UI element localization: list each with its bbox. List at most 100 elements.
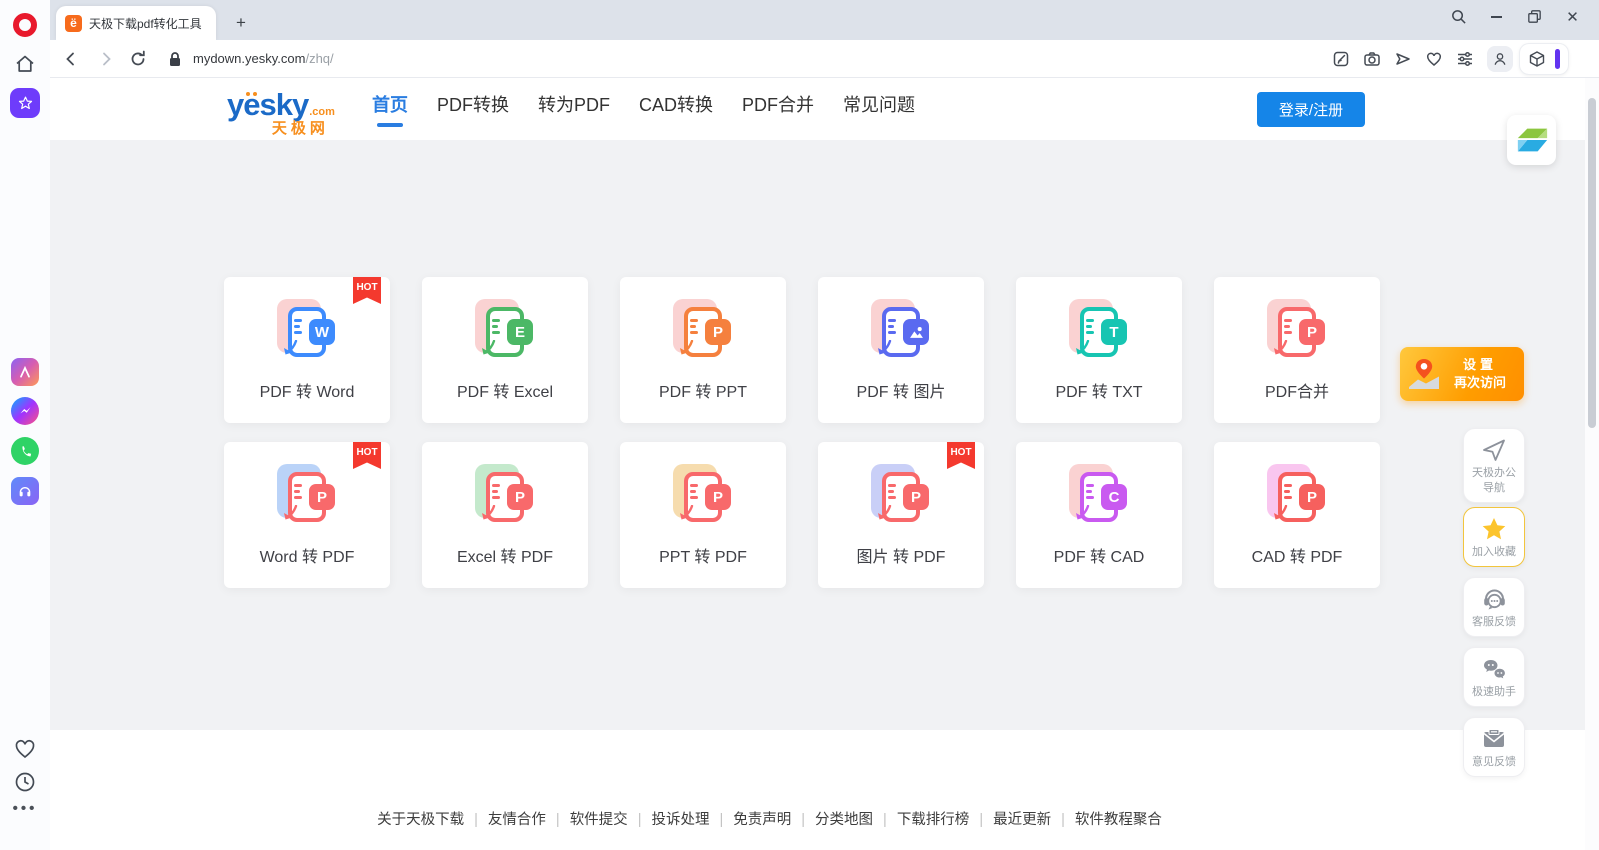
footer-link[interactable]: 分类地图 [815,812,873,828]
minimize-button[interactable] [1488,8,1505,25]
convert-arrow-icon [679,505,695,521]
navigation-icon [1481,437,1507,463]
conversion-card-title: 图片 转 PDF [818,543,984,567]
conversion-card[interactable]: HOT T PDF 转 TXT [1016,277,1182,423]
conversion-icon: W [271,299,343,365]
scrollbar-thumb[interactable] [1588,98,1596,428]
browser-tab[interactable]: ë 天极下载pdf转化工具 [56,6,216,40]
profile-button[interactable] [1487,46,1513,72]
conversion-card[interactable]: HOT P Word 转 PDF [224,442,390,588]
widget-label: 极速助手 [1466,685,1522,700]
address-bar[interactable]: mydown.yesky.com/zhq/ [193,51,334,66]
footer-link[interactable]: 最近更新 [993,812,1051,828]
ssl-lock-icon[interactable] [166,50,184,68]
extensions-cube-icon[interactable] [1528,50,1546,68]
nav-item-label: PDF合并 [742,91,814,117]
pinboard-icon[interactable] [1332,50,1350,68]
promo-line1: 设置 [1442,356,1518,374]
conversion-icon: P [469,464,541,530]
footer-link[interactable]: 软件教程聚合 [1075,812,1162,828]
opera-logo-icon[interactable] [13,13,37,37]
hot-badge: HOT [947,442,975,469]
headphones-icon[interactable] [11,477,39,505]
home-icon[interactable] [13,52,37,76]
easy-setup-tune-icon[interactable] [1456,50,1474,68]
history-clock-icon[interactable] [13,770,37,794]
reload-button[interactable] [129,50,147,68]
logo-text: y [227,87,243,123]
conversion-card[interactable]: HOT P CAD 转 PDF [1214,442,1380,588]
footer-separator: | [556,812,560,828]
nav-item-3[interactable]: CAD转换 [639,78,713,140]
convert-arrow-icon [877,340,893,356]
conversion-card[interactable]: HOT W PDF 转 Word [224,277,390,423]
login-register-button[interactable]: 登录/注册 [1257,92,1365,127]
footer-link[interactable]: 软件提交 [570,812,628,828]
conversion-card[interactable]: HOT P PDF合并 [1214,277,1380,423]
footer-separator: | [883,812,887,828]
yesky-logo[interactable]: yesky .com 天极网 [227,87,335,138]
nav-item-label: CAD转换 [639,91,713,117]
footer-link[interactable]: 友情合作 [488,812,546,828]
widget-customer-service[interactable]: 客服反馈 [1463,577,1525,637]
promo-set-revisit[interactable]: 设置 再次访问 [1400,347,1524,401]
snapshot-camera-icon[interactable] [1363,50,1381,68]
footer-link[interactable]: 免责声明 [733,812,791,828]
widget-office-navigation[interactable]: 天极办公导航 [1463,428,1525,503]
conversion-card[interactable]: HOT P PDF 转 PPT [620,277,786,423]
nav-item-0[interactable]: 首页 [372,78,408,140]
footer-link[interactable]: 下载排行榜 [897,812,970,828]
format-badge: P [705,319,731,345]
nav-item-5[interactable]: 常见问题 [843,78,915,140]
sidebar-more-icon[interactable]: ••• [0,800,50,817]
map-pin-icon [1406,357,1442,391]
converter-app-logo-card[interactable] [1507,115,1556,165]
messenger-icon[interactable] [11,397,39,425]
format-badge: C [1101,484,1127,510]
format-badge: P [1299,484,1325,510]
restore-button[interactable] [1526,8,1543,25]
page-scrollbar[interactable] [1585,78,1599,850]
my-flow-send-icon[interactable] [1394,50,1412,68]
panel-toggle-indicator[interactable] [1555,49,1560,69]
conversion-icon: E [469,299,541,365]
widget-fast-assistant[interactable]: 极速助手 [1463,647,1525,707]
widget-add-favorite[interactable]: 加入收藏 [1463,507,1525,567]
forward-button[interactable] [97,50,115,68]
promo-line2: 再次访问 [1442,374,1518,392]
starred-panel-button[interactable] [10,88,40,118]
back-button[interactable] [62,50,80,68]
new-tab-button[interactable]: + [228,10,254,36]
bookmarks-heart-icon[interactable] [13,737,37,761]
footer-separator: | [638,812,642,828]
star-icon [1481,516,1507,542]
search-tabs-icon[interactable] [1450,8,1467,25]
conversion-card[interactable]: HOT C PDF 转 CAD [1016,442,1182,588]
widget-label: 天极办公 [1472,467,1516,479]
footer-link[interactable]: 投诉处理 [651,812,709,828]
nav-item-1[interactable]: PDF转换 [437,78,509,140]
conversion-card[interactable]: HOT P Excel 转 PDF [422,442,588,588]
aria-ai-icon[interactable] [11,358,39,386]
footer-separator: | [801,812,805,828]
converter-logo-icon [1515,126,1549,154]
convert-arrow-icon [283,505,299,521]
conversion-card[interactable]: HOT E PDF 转 Excel [422,277,588,423]
conversion-card[interactable]: HOT P PPT 转 PDF [620,442,786,588]
close-button[interactable]: ✕ [1564,8,1581,25]
hot-badge: HOT [353,277,381,304]
conversion-card[interactable]: HOT PDF 转 图片 [818,277,984,423]
main-nav: 首页 PDF转换转为PDF CAD转换 PDF合并 常见问题 [372,78,915,140]
widget-feedback[interactable]: 意见反馈 [1463,717,1525,777]
whatsapp-icon[interactable] [11,437,39,465]
footer-link[interactable]: 关于天极下载 [377,812,464,828]
image-glyph-icon [909,325,924,340]
widget-label: 导航 [1483,482,1505,494]
format-badge: P [1299,319,1325,345]
favorites-heart-icon[interactable] [1425,50,1443,68]
nav-item-2[interactable]: 转为PDF [538,78,610,140]
convert-arrow-icon [283,340,299,356]
nav-item-4[interactable]: PDF合并 [742,78,814,140]
conversion-card[interactable]: HOT P 图片 转 PDF [818,442,984,588]
widget-label: 客服反馈 [1466,615,1522,630]
